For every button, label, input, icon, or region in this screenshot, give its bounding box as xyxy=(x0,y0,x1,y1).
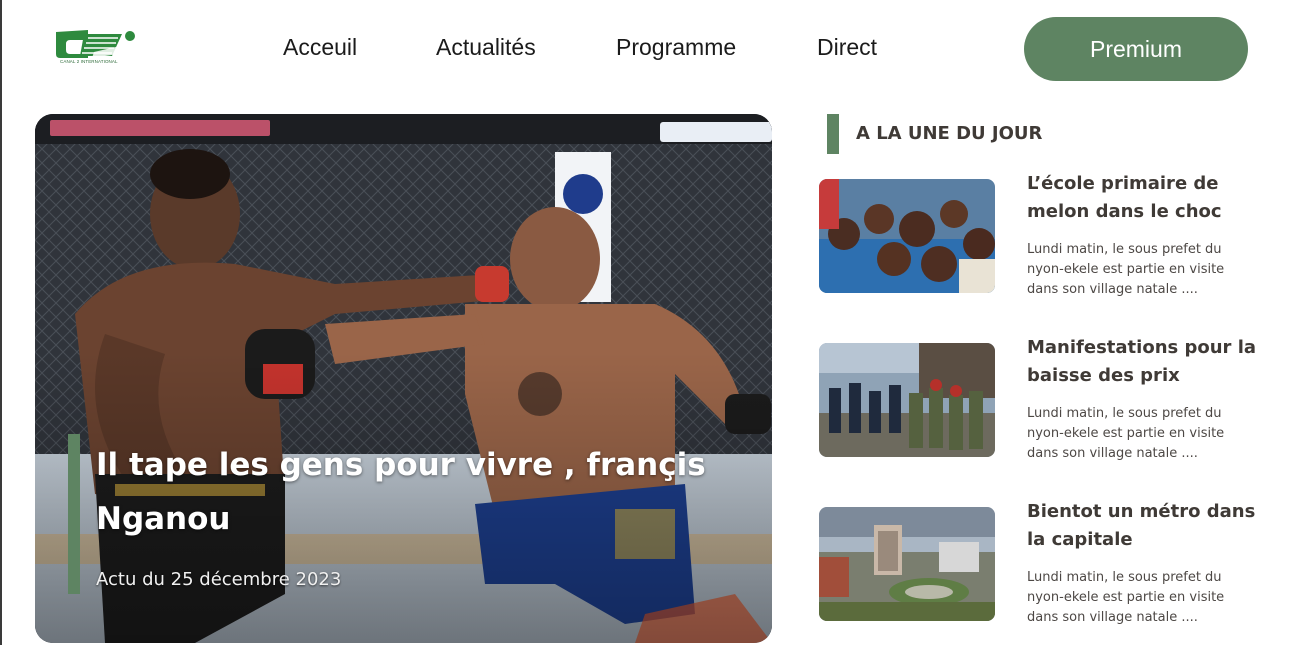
nav-item-programme[interactable]: Programme xyxy=(616,34,736,61)
nav-item-actualites[interactable]: Actualités xyxy=(436,34,536,61)
card-title-metro[interactable]: Bientot un métro dans la capitale xyxy=(1027,498,1257,554)
sidebar-heading: A LA UNE DU JOUR xyxy=(856,123,1043,144)
card-title-school[interactable]: L’école primaire de melon dans le choc xyxy=(1027,170,1257,226)
hero-article[interactable]: Il tape les gens pour vivre , françis Ng… xyxy=(35,114,772,643)
card-desc-protest: Lundi matin, le sous prefet du nyon-ekel… xyxy=(1027,406,1225,461)
premium-button[interactable]: Premium xyxy=(1024,17,1248,81)
nav-item-direct[interactable]: Direct xyxy=(817,34,877,61)
nav-item-acceuil[interactable]: Acceuil xyxy=(283,34,357,61)
hero-accent-bar xyxy=(68,434,80,594)
card-image-school[interactable] xyxy=(819,179,995,293)
card-desc-metro: Lundi matin, le sous prefet du nyon-ekel… xyxy=(1027,570,1225,625)
card-desc-school: Lundi matin, le sous prefet du nyon-ekel… xyxy=(1027,242,1225,297)
hero-image xyxy=(35,114,772,643)
logo-tagline: CANAL 2 INTERNATIONAL xyxy=(60,59,118,64)
hero-title[interactable]: Il tape les gens pour vivre , françis Ng… xyxy=(96,438,716,546)
hero-date: Actu du 25 décembre 2023 xyxy=(96,569,342,590)
page: CANAL 2 INTERNATIONAL Acceuil Actualités… xyxy=(0,0,1295,645)
card-image-metro[interactable] xyxy=(819,507,995,621)
card-title-protest[interactable]: Manifestations pour la baisse des prix xyxy=(1027,334,1257,390)
card-image-protest[interactable] xyxy=(819,343,995,457)
sidebar-accent-bar xyxy=(827,114,839,154)
